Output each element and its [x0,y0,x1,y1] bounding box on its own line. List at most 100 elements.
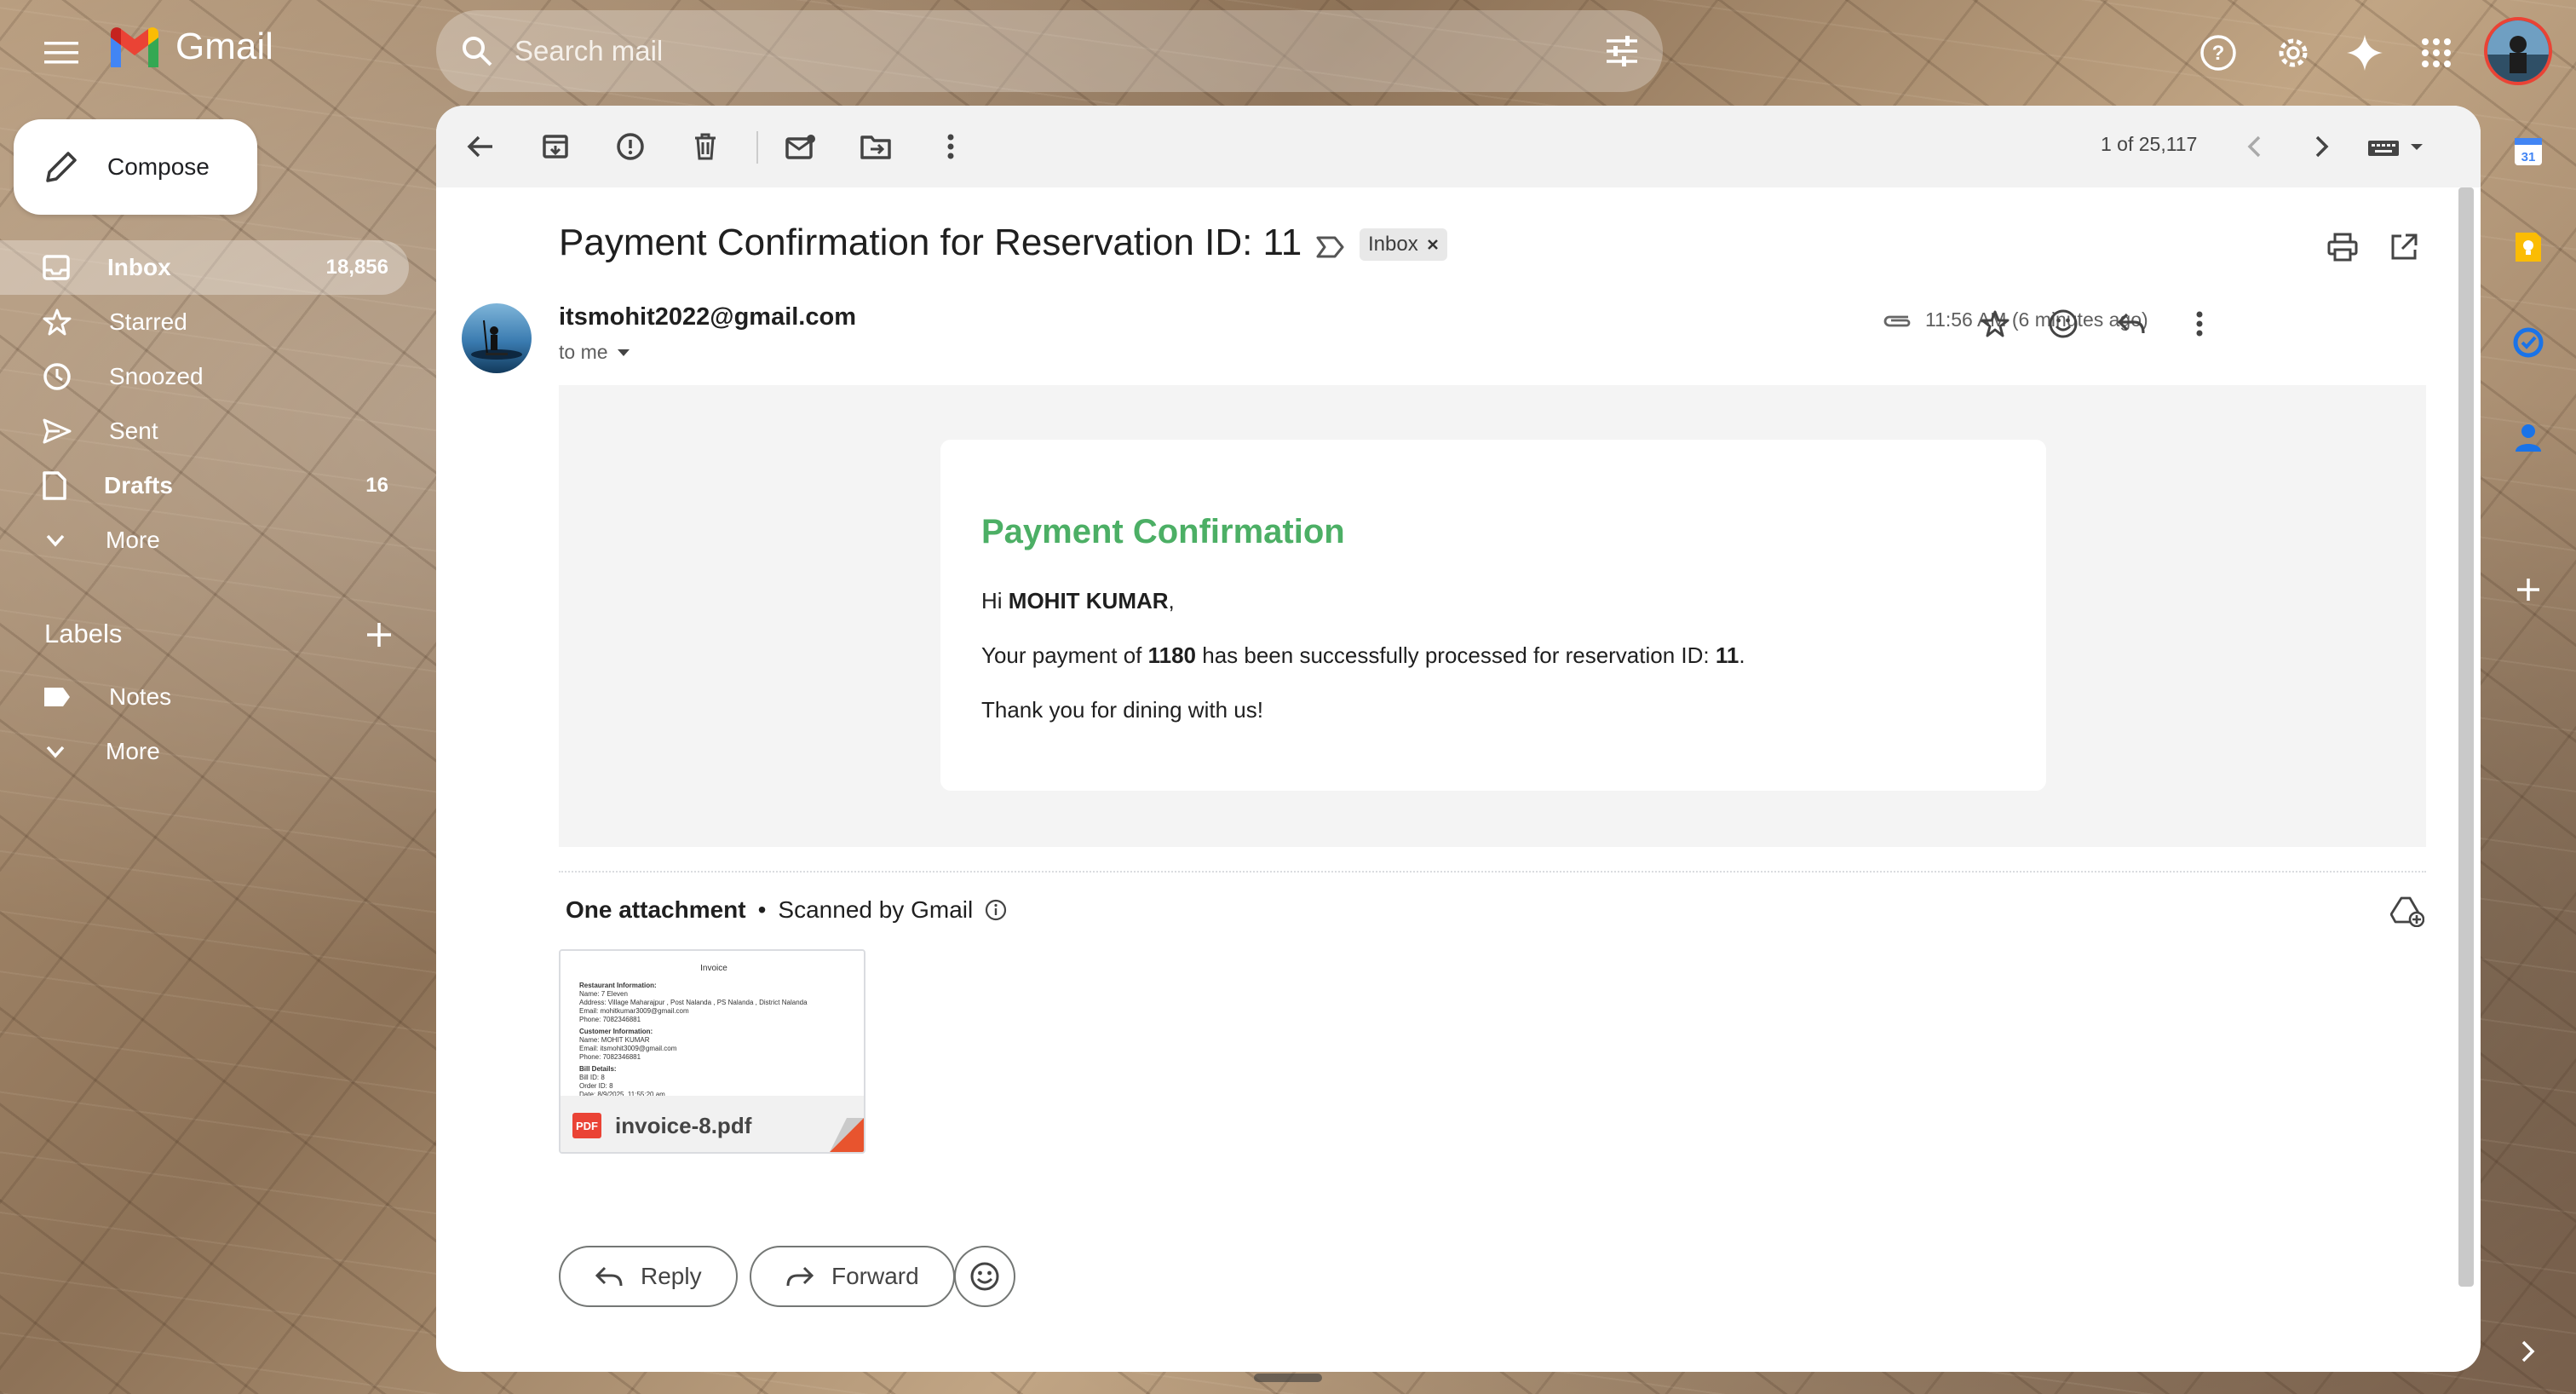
svg-text:31: 31 [2521,150,2536,164]
star-toggle-icon[interactable] [1971,300,2019,348]
vertical-scrollbar[interactable] [2458,187,2474,1287]
open-in-new-window-icon[interactable] [2382,225,2426,269]
report-spam-icon[interactable] [603,119,658,174]
svg-text:?: ? [2212,42,2225,65]
message-more-vertical-icon[interactable] [2176,300,2223,348]
gmail-logo[interactable]: Gmail [107,26,273,68]
info-icon[interactable] [985,899,1007,921]
help-icon[interactable]: ? [2191,26,2245,80]
clock-icon [43,362,72,391]
input-tools-keyboard-icon[interactable] [2356,119,2438,174]
chip-label: Inbox [1368,233,1418,256]
nav-label: Drafts [104,472,173,498]
smiley-icon [969,1261,1000,1292]
delete-trash-icon[interactable] [678,119,733,174]
preview-line: Email: mohitkumar3009@gmail.com [579,1007,689,1015]
draft-count: 16 [365,474,388,497]
payment-mid: has been successfully processed for rese… [1196,642,1716,668]
caret-down-icon [617,348,630,357]
get-addons-plus-icon[interactable] [2504,566,2552,613]
search-bar[interactable] [436,10,1663,92]
back-arrow-icon[interactable] [453,119,508,174]
newer-chevron-left-icon[interactable] [2227,119,2281,174]
attachment-divider [559,871,2426,873]
reply-arrow-icon[interactable] [2107,300,2155,348]
account-avatar[interactable] [2484,17,2552,85]
importance-marker-icon[interactable] [1314,230,1348,264]
nav-item-more[interactable]: More [0,513,409,567]
print-icon[interactable] [2320,225,2365,269]
pdf-file-icon: PDF [572,1113,601,1138]
forward-button[interactable]: Forward [750,1246,955,1307]
email-content-card [940,440,2046,791]
expand-side-panel-chevron-icon[interactable] [2504,1328,2552,1375]
mark-unread-icon[interactable] [773,119,828,174]
preview-line: Name: MOHIT KUMAR [579,1036,650,1044]
search-icon[interactable] [460,34,494,68]
chevron-down-icon [43,527,68,553]
older-chevron-right-icon[interactable] [2295,119,2349,174]
nav-label: Inbox [107,254,171,280]
gemini-sparkle-icon[interactable] [2337,26,2392,80]
search-input[interactable] [515,35,1605,67]
forward-label: Forward [831,1263,919,1289]
calendar-app-icon[interactable]: 31 [2504,128,2552,176]
move-to-folder-icon[interactable] [848,119,903,174]
nav-item-inbox[interactable]: Inbox 18,856 [0,240,409,295]
payment-amount: 1180 [1147,642,1197,668]
payment-line: Your payment of 1180 has been successful… [981,642,1745,669]
emoji-reaction-icon[interactable] [2039,300,2087,348]
nav-item-drafts[interactable]: Drafts 16 [0,458,409,513]
label-name: More [106,738,160,764]
label-item-notes[interactable]: Notes [0,670,409,724]
heading-separator: • [757,896,767,923]
compose-label: Compose [107,153,210,180]
nav-item-starred[interactable]: Starred [0,295,409,349]
send-icon [43,418,72,444]
more-vertical-icon[interactable] [923,119,978,174]
apps-grid-icon[interactable] [2409,26,2464,80]
thanks-line: Thank you for dining with us! [981,697,1263,723]
unread-count: 18,856 [325,256,388,279]
nav-item-snoozed[interactable]: Snoozed [0,349,409,404]
resize-handle[interactable] [1254,1374,1322,1382]
nav-label: More [106,527,160,553]
attachment-heading: One attachment • Scanned by Gmail [566,896,1007,924]
label-tag-icon [43,686,72,708]
nav-label: Sent [109,418,158,444]
chevron-down-icon [43,739,68,764]
compose-button[interactable]: Compose [14,119,257,215]
contacts-icon[interactable] [2504,414,2552,462]
nav-label: Starred [109,308,187,335]
sender-avatar[interactable] [462,303,532,373]
search-options-icon[interactable] [1605,36,1639,66]
tasks-icon[interactable] [2504,319,2552,366]
email-subject: Payment Confirmation for Reservation ID:… [559,222,1302,263]
keep-notes-icon[interactable] [2504,223,2552,271]
settings-gear-icon[interactable] [2266,26,2320,80]
add-reaction-button[interactable] [954,1246,1015,1307]
reply-button[interactable]: Reply [559,1246,738,1307]
forward-icon [785,1265,814,1287]
recipient-details[interactable]: to me [559,341,630,364]
payment-suffix: . [1739,642,1745,668]
message-toolbar: 1 of 25,117 [436,106,2481,187]
message-panel: 1 of 25,117 Payment Confirmation for Res… [436,106,2481,1372]
greeting-line: Hi MOHIT KUMAR, [981,588,1175,614]
label-item-more[interactable]: More [0,724,409,779]
add-label-plus-icon[interactable] [358,613,400,656]
preview-line: Bill Details: [579,1065,617,1073]
sender-email[interactable]: itsmohit2022@gmail.com [559,303,856,331]
preview-line: Phone: 7082346881 [579,1053,641,1061]
remove-label-close-icon[interactable] [1427,239,1439,251]
archive-icon[interactable] [528,119,583,174]
payment-confirmation-heading: Payment Confirmation [981,513,1345,550]
preview-line: Name: 7 Eleven [579,990,628,998]
toolbar-divider [756,131,758,164]
preview-title: Invoice [700,964,727,973]
main-menu-icon[interactable] [34,26,89,80]
add-to-drive-icon[interactable] [2387,891,2428,932]
attachment-card[interactable]: Invoice Restaurant Information: Name: 7 … [559,949,865,1154]
paperclip-icon [1881,303,1915,337]
nav-item-sent[interactable]: Sent [0,404,409,458]
